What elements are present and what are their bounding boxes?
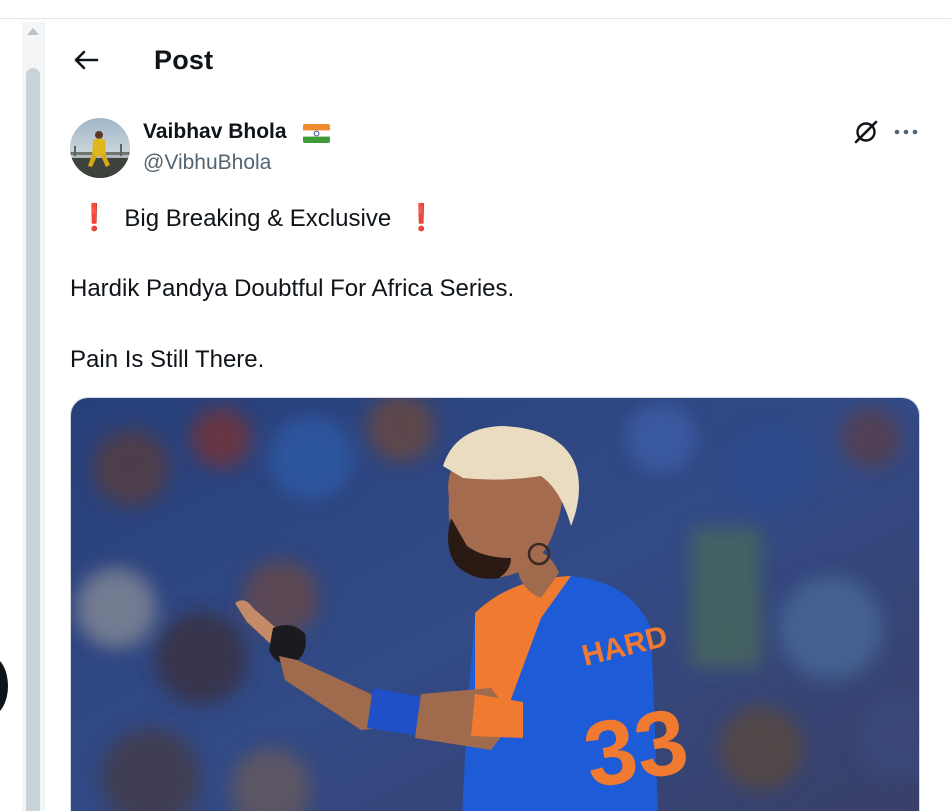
tweet-text-line-3: Pain Is Still There. — [70, 346, 265, 373]
arrow-left-icon — [74, 50, 99, 70]
vertical-scrollbar[interactable] — [22, 22, 44, 811]
india-flag-icon — [303, 124, 330, 143]
post-header: Post — [45, 19, 951, 103]
page-title: Post — [154, 45, 214, 75]
jersey-number-text: 33 — [577, 689, 696, 807]
cricketer-photo: HARD 33 — [71, 398, 919, 811]
back-button[interactable] — [69, 43, 103, 77]
tweet-text-line-1: ❗ Big Breaking & Exclusive ❗ — [70, 202, 438, 233]
exclamation-mark-icon: ❗ — [405, 202, 438, 232]
scroll-up-arrow-icon[interactable] — [27, 28, 39, 35]
tweet-media-photo[interactable]: HARD 33 — [70, 397, 920, 811]
grok-button[interactable] — [852, 118, 880, 146]
floating-action-button[interactable] — [0, 656, 8, 716]
tweet-headline: Big Breaking & Exclusive — [124, 205, 392, 232]
avatar-image — [70, 118, 130, 178]
more-horizontal-icon — [894, 129, 918, 135]
exclamation-mark-icon: ❗ — [78, 202, 111, 232]
tweet-text-line-2: Hardik Pandya Doubtful For Africa Series… — [70, 275, 515, 302]
grok-icon — [854, 120, 878, 144]
avatar[interactable] — [70, 118, 130, 178]
author-handle[interactable]: @VibhuBhola — [143, 151, 271, 175]
author-display-name[interactable]: Vaibhav Bhola — [143, 120, 287, 144]
scroll-thumb[interactable] — [26, 68, 40, 811]
more-options-button[interactable] — [892, 118, 920, 146]
column-border — [44, 19, 45, 811]
